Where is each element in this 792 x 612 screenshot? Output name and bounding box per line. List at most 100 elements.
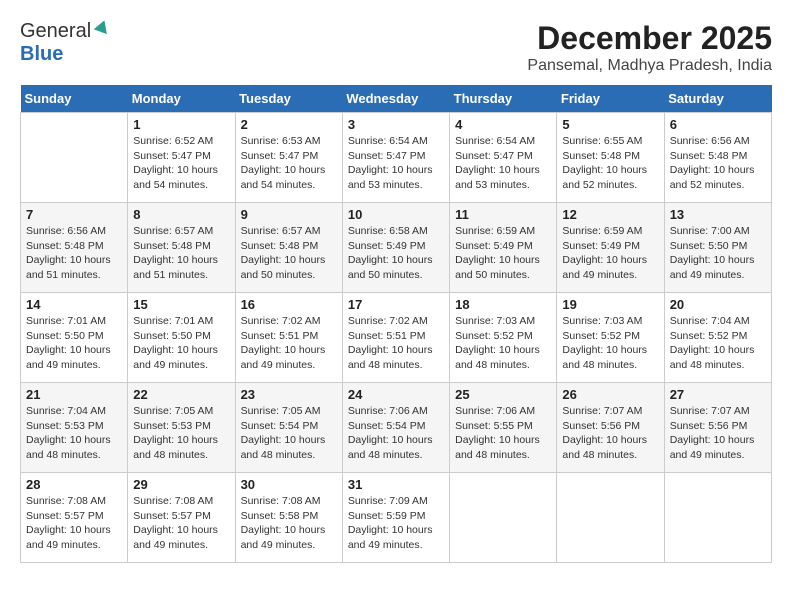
day-number: 17 <box>348 297 444 312</box>
day-info: Sunrise: 7:05 AMSunset: 5:53 PMDaylight:… <box>133 404 229 463</box>
table-row <box>450 473 557 563</box>
calendar-table: Sunday Monday Tuesday Wednesday Thursday… <box>20 85 772 563</box>
table-row: 20Sunrise: 7:04 AMSunset: 5:52 PMDayligh… <box>664 293 771 383</box>
day-number: 14 <box>26 297 122 312</box>
header-tuesday: Tuesday <box>235 85 342 113</box>
logo-arrow-icon <box>93 18 111 41</box>
day-info: Sunrise: 7:01 AMSunset: 5:50 PMDaylight:… <box>133 314 229 373</box>
day-info: Sunrise: 6:55 AMSunset: 5:48 PMDaylight:… <box>562 134 658 193</box>
day-number: 2 <box>241 117 337 132</box>
day-number: 19 <box>562 297 658 312</box>
header-wednesday: Wednesday <box>342 85 449 113</box>
day-number: 28 <box>26 477 122 492</box>
table-row: 30 Sunrise: 7:08 AMSunset: 5:58 PMDayligh… <box>235 473 342 563</box>
logo: General Blue <box>20 20 111 66</box>
table-row: 18Sunrise: 7:03 AMSunset: 5:52 PMDayligh… <box>450 293 557 383</box>
header-friday: Friday <box>557 85 664 113</box>
day-info: Sunrise: 6:57 AMSunset: 5:48 PMDaylight:… <box>133 224 229 283</box>
table-row: 23Sunrise: 7:05 AMSunset: 5:54 PMDayligh… <box>235 383 342 473</box>
day-number: 30 <box>241 477 337 492</box>
day-info: Sunrise: 7:08 AMSunset: 5:57 PMDaylight:… <box>133 494 229 553</box>
header-saturday: Saturday <box>664 85 771 113</box>
day-info: Sunrise: 6:56 AMSunset: 5:48 PMDaylight:… <box>26 224 122 283</box>
calendar-week-row: 7 Sunrise: 6:56 AMSunset: 5:48 PMDaylight… <box>21 203 772 293</box>
day-number: 16 <box>241 297 337 312</box>
day-number: 27 <box>670 387 766 402</box>
table-row: 14Sunrise: 7:01 AMSunset: 5:50 PMDayligh… <box>21 293 128 383</box>
day-number: 22 <box>133 387 229 402</box>
day-number: 4 <box>455 117 551 132</box>
day-info: Sunrise: 7:07 AMSunset: 5:56 PMDaylight:… <box>670 404 766 463</box>
table-row: 29Sunrise: 7:08 AMSunset: 5:57 PMDayligh… <box>128 473 235 563</box>
day-info: Sunrise: 7:08 AMSunset: 5:57 PMDaylight:… <box>26 494 122 553</box>
table-row: 8 Sunrise: 6:57 AMSunset: 5:48 PMDaylight… <box>128 203 235 293</box>
logo-blue: Blue <box>20 43 63 65</box>
table-row: 21 Sunrise: 7:04 AMSunset: 5:53 PMDayligh… <box>21 383 128 473</box>
day-number: 7 <box>26 207 122 222</box>
day-info: Sunrise: 7:09 AMSunset: 5:59 PMDaylight:… <box>348 494 444 553</box>
header-thursday: Thursday <box>450 85 557 113</box>
page-header: General Blue December 2025 Pansemal, Mad… <box>20 20 772 75</box>
day-number: 12 <box>562 207 658 222</box>
day-info: Sunrise: 7:06 AMSunset: 5:54 PMDaylight:… <box>348 404 444 463</box>
day-number: 18 <box>455 297 551 312</box>
day-number: 20 <box>670 297 766 312</box>
table-row: 17 Sunrise: 7:02 AMSunset: 5:51 PMDayligh… <box>342 293 449 383</box>
day-number: 13 <box>670 207 766 222</box>
title-area: December 2025 Pansemal, Madhya Pradesh, … <box>527 20 772 75</box>
calendar-subtitle: Pansemal, Madhya Pradesh, India <box>527 57 772 75</box>
day-info: Sunrise: 6:56 AMSunset: 5:48 PMDaylight:… <box>670 134 766 193</box>
day-info: Sunrise: 7:06 AMSunset: 5:55 PMDaylight:… <box>455 404 551 463</box>
logo-general: General <box>20 20 91 43</box>
table-row: 1 Sunrise: 6:52 AMSunset: 5:47 PMDaylight… <box>128 113 235 203</box>
table-row: 25 Sunrise: 7:06 AMSunset: 5:55 PMDayligh… <box>450 383 557 473</box>
calendar-week-row: 1 Sunrise: 6:52 AMSunset: 5:47 PMDaylight… <box>21 113 772 203</box>
day-number: 8 <box>133 207 229 222</box>
calendar-title: December 2025 <box>527 20 772 57</box>
day-info: Sunrise: 7:03 AMSunset: 5:52 PMDaylight:… <box>562 314 658 373</box>
day-info: Sunrise: 7:02 AMSunset: 5:51 PMDaylight:… <box>241 314 337 373</box>
table-row: 28 Sunrise: 7:08 AMSunset: 5:57 PMDayligh… <box>21 473 128 563</box>
day-info: Sunrise: 6:54 AMSunset: 5:47 PMDaylight:… <box>348 134 444 193</box>
calendar-week-row: 28 Sunrise: 7:08 AMSunset: 5:57 PMDayligh… <box>21 473 772 563</box>
day-info: Sunrise: 7:00 AMSunset: 5:50 PMDaylight:… <box>670 224 766 283</box>
table-row: 9 Sunrise: 6:57 AMSunset: 5:48 PMDaylight… <box>235 203 342 293</box>
table-row: 7 Sunrise: 6:56 AMSunset: 5:48 PMDaylight… <box>21 203 128 293</box>
day-number: 3 <box>348 117 444 132</box>
table-row: 13 Sunrise: 7:00 AMSunset: 5:50 PMDayligh… <box>664 203 771 293</box>
day-number: 25 <box>455 387 551 402</box>
day-info: Sunrise: 6:57 AMSunset: 5:48 PMDaylight:… <box>241 224 337 283</box>
table-row: 24 Sunrise: 7:06 AMSunset: 5:54 PMDayligh… <box>342 383 449 473</box>
table-row: 4Sunrise: 6:54 AMSunset: 5:47 PMDaylight… <box>450 113 557 203</box>
day-info: Sunrise: 6:52 AMSunset: 5:47 PMDaylight:… <box>133 134 229 193</box>
table-row: 2Sunrise: 6:53 AMSunset: 5:47 PMDaylight… <box>235 113 342 203</box>
table-row: 26Sunrise: 7:07 AMSunset: 5:56 PMDayligh… <box>557 383 664 473</box>
day-number: 15 <box>133 297 229 312</box>
day-info: Sunrise: 7:05 AMSunset: 5:54 PMDaylight:… <box>241 404 337 463</box>
calendar-week-row: 21 Sunrise: 7:04 AMSunset: 5:53 PMDayligh… <box>21 383 772 473</box>
day-info: Sunrise: 7:04 AMSunset: 5:53 PMDaylight:… <box>26 404 122 463</box>
day-number: 21 <box>26 387 122 402</box>
day-number: 31 <box>348 477 444 492</box>
table-row: 11Sunrise: 6:59 AMSunset: 5:49 PMDayligh… <box>450 203 557 293</box>
table-row: 6 Sunrise: 6:56 AMSunset: 5:48 PMDaylight… <box>664 113 771 203</box>
table-row: 27 Sunrise: 7:07 AMSunset: 5:56 PMDayligh… <box>664 383 771 473</box>
day-number: 1 <box>133 117 229 132</box>
header-sunday: Sunday <box>21 85 128 113</box>
day-number: 9 <box>241 207 337 222</box>
table-row: 19 Sunrise: 7:03 AMSunset: 5:52 PMDayligh… <box>557 293 664 383</box>
day-number: 24 <box>348 387 444 402</box>
day-number: 11 <box>455 207 551 222</box>
day-info: Sunrise: 7:02 AMSunset: 5:51 PMDaylight:… <box>348 314 444 373</box>
day-info: Sunrise: 7:08 AMSunset: 5:58 PMDaylight:… <box>241 494 337 553</box>
header-monday: Monday <box>128 85 235 113</box>
calendar-week-row: 14 Sunrise: 7:01 AMSunset: 5:50 PMDayligh… <box>21 293 772 383</box>
table-row: 12 Sunrise: 6:59 AMSunset: 5:49 PMDayligh… <box>557 203 664 293</box>
table-row: 10Sunrise: 6:58 AMSunset: 5:49 PMDayligh… <box>342 203 449 293</box>
day-number: 5 <box>562 117 658 132</box>
day-info: Sunrise: 6:59 AMSunset: 5:49 PMDaylight:… <box>562 224 658 283</box>
day-number: 6 <box>670 117 766 132</box>
day-info: Sunrise: 7:07 AMSunset: 5:56 PMDaylight:… <box>562 404 658 463</box>
table-row <box>21 113 128 203</box>
day-header-row: Sunday Monday Tuesday Wednesday Thursday… <box>21 85 772 113</box>
